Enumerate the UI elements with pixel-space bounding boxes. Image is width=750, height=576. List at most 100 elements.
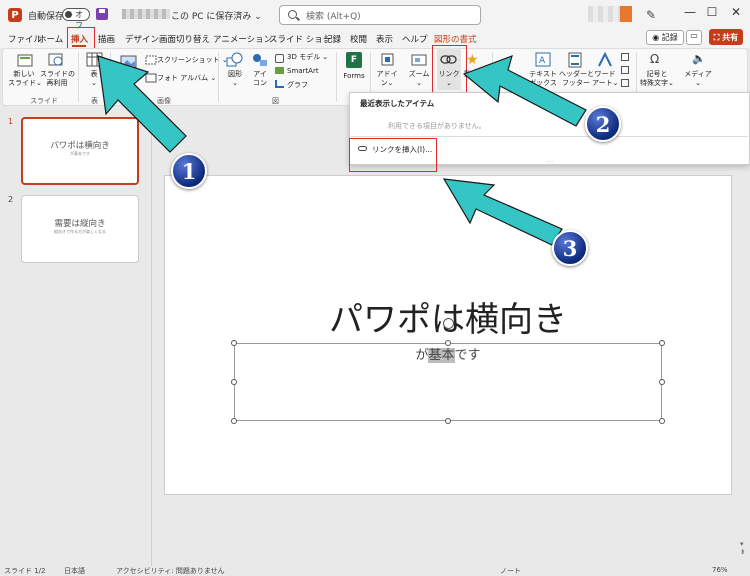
- new-slide-icon: [17, 54, 33, 67]
- ribbon-separator: [336, 52, 337, 102]
- callout-badge-1: 1: [171, 153, 207, 189]
- forms-icon: F: [346, 52, 362, 68]
- resize-handle[interactable]: [231, 418, 237, 424]
- save-icon[interactable]: [96, 8, 108, 20]
- symbols-icon: Ω: [650, 52, 660, 66]
- resize-handle[interactable]: [445, 340, 451, 346]
- callout-badge-2: 2: [585, 106, 621, 142]
- accessibility-status[interactable]: アクセシビリティ: 問題ありません: [116, 566, 225, 576]
- minimize-button[interactable]: —: [680, 5, 700, 19]
- highlight-insert-tab: [67, 27, 95, 50]
- callout-arrow-1: [97, 55, 187, 153]
- callout-arrow-2: [462, 55, 587, 127]
- search-icon: [288, 10, 297, 19]
- resize-handle[interactable]: [659, 418, 665, 424]
- resize-handle[interactable]: [659, 340, 665, 346]
- tab-transitions[interactable]: 画面切り替え: [159, 33, 210, 45]
- chart-icon: [275, 80, 284, 88]
- tab-animations[interactable]: アニメーション: [213, 33, 272, 45]
- subtitle-text[interactable]: が基本です: [234, 344, 662, 363]
- addins-icon: [381, 53, 394, 66]
- zoom-button[interactable]: ズーム ⌄: [406, 70, 432, 88]
- 3d-models-icon: [275, 54, 284, 63]
- powerpoint-logo-icon: P: [8, 8, 22, 22]
- thumb-number: 2: [8, 195, 14, 204]
- tab-review[interactable]: 校閲: [350, 33, 367, 45]
- icons-button[interactable]: アイ コン: [251, 70, 269, 88]
- highlight-insert-link: [349, 138, 437, 172]
- tab-shape-format[interactable]: 図形の書式: [434, 33, 477, 45]
- shapes-button[interactable]: 図形 ⌄: [226, 70, 244, 88]
- ribbon-separator: [78, 52, 79, 102]
- comment-icon[interactable]: ▭: [686, 30, 702, 45]
- slide-indicator: スライド 1/2: [4, 567, 46, 575]
- subtitle-text-before: が: [415, 348, 429, 363]
- close-button[interactable]: ✕: [726, 5, 746, 19]
- resize-handle[interactable]: [231, 379, 237, 385]
- search-input[interactable]: 検索 (Alt+Q): [279, 5, 481, 25]
- recent-items-title: 最近表示したアイテム: [360, 99, 435, 108]
- zoom-level[interactable]: 76%: [712, 566, 728, 574]
- tab-help[interactable]: ヘルプ: [402, 33, 428, 45]
- tab-record[interactable]: 記録: [324, 33, 341, 45]
- callout-arrow-3: [442, 178, 563, 246]
- pen-icon[interactable]: ✎: [646, 8, 656, 22]
- shapes-icon: [226, 52, 243, 67]
- chart-button[interactable]: グラフ: [287, 81, 308, 90]
- tab-slideshow[interactable]: スライド ショー: [269, 33, 331, 45]
- language-indicator[interactable]: 日本語: [64, 566, 85, 576]
- autosave-label: 自動保存: [28, 12, 65, 22]
- dropdown-resize-grip[interactable]: ....: [546, 157, 554, 164]
- maximize-button[interactable]: ☐: [702, 5, 722, 19]
- thumb-number: 1: [8, 117, 14, 126]
- ribbon-separator: [218, 52, 219, 102]
- smartart-button[interactable]: SmartArt: [287, 67, 319, 76]
- addins-button[interactable]: アドイ ン⌄: [376, 70, 398, 88]
- forms-button[interactable]: Forms: [341, 72, 367, 81]
- reuse-slide-icon: [48, 53, 63, 66]
- tab-home[interactable]: ホーム: [38, 33, 63, 45]
- blurred-filename: [122, 9, 170, 19]
- icons-icon: [253, 54, 267, 66]
- reuse-slide-button[interactable]: スライドの 再利用: [40, 70, 75, 88]
- share-button[interactable]: ⛶ 共有: [709, 29, 743, 45]
- resize-handle[interactable]: [659, 379, 665, 385]
- media-button[interactable]: メディア ⌄: [684, 70, 712, 88]
- media-icon: 🔈: [692, 52, 706, 65]
- thumb-title: 需要は縦向き: [54, 219, 106, 229]
- symbols-button[interactable]: 記号と 特殊文字⌄: [638, 70, 676, 88]
- slide-number-icon[interactable]: [621, 66, 629, 74]
- notes-button[interactable]: ノート: [500, 566, 521, 576]
- document-title[interactable]: この PC に保存済み ⌄: [171, 9, 262, 22]
- tab-file[interactable]: ファイル: [8, 33, 42, 45]
- subtitle-text-after: です: [454, 348, 481, 363]
- date-time-icon[interactable]: [621, 53, 629, 61]
- 3d-models-button[interactable]: 3D モデル ⌄: [287, 53, 328, 62]
- group-label-slides: スライド: [30, 97, 58, 105]
- resize-handle[interactable]: [445, 418, 451, 424]
- dropdown-divider: [351, 136, 748, 137]
- wordart-icon: [598, 52, 612, 67]
- subtitle-selected-text: 基本: [428, 348, 455, 363]
- tab-design[interactable]: デザイン: [125, 33, 159, 45]
- callout-badge-3: 3: [552, 230, 588, 266]
- tab-view[interactable]: 表示: [376, 33, 393, 45]
- tab-draw[interactable]: 描画: [98, 33, 115, 45]
- record-button[interactable]: ◉ 記録: [646, 30, 684, 45]
- slide-title[interactable]: パワポは横向き: [164, 292, 732, 341]
- scroll-down-arrow[interactable]: ▾ ⇟: [740, 540, 746, 556]
- thumb-subtitle: 縦向きで作る方が楽しくなる: [54, 229, 106, 234]
- new-slide-button[interactable]: 新しい スライド⌄: [8, 70, 42, 88]
- smartart-icon: [275, 67, 284, 74]
- zoom-icon: [411, 54, 427, 66]
- rotation-handle[interactable]: [443, 318, 454, 329]
- autosave-toggle[interactable]: オフ: [62, 8, 90, 30]
- status-bar: [0, 566, 750, 576]
- resize-handle[interactable]: [231, 340, 237, 346]
- toggle-knob: [65, 11, 72, 18]
- pane-divider[interactable]: [151, 106, 152, 566]
- object-icon[interactable]: [621, 79, 629, 87]
- group-label-illustrations: 図: [272, 97, 279, 105]
- search-placeholder: 検索 (Alt+Q): [306, 11, 361, 22]
- avatar-color-block: [620, 6, 632, 22]
